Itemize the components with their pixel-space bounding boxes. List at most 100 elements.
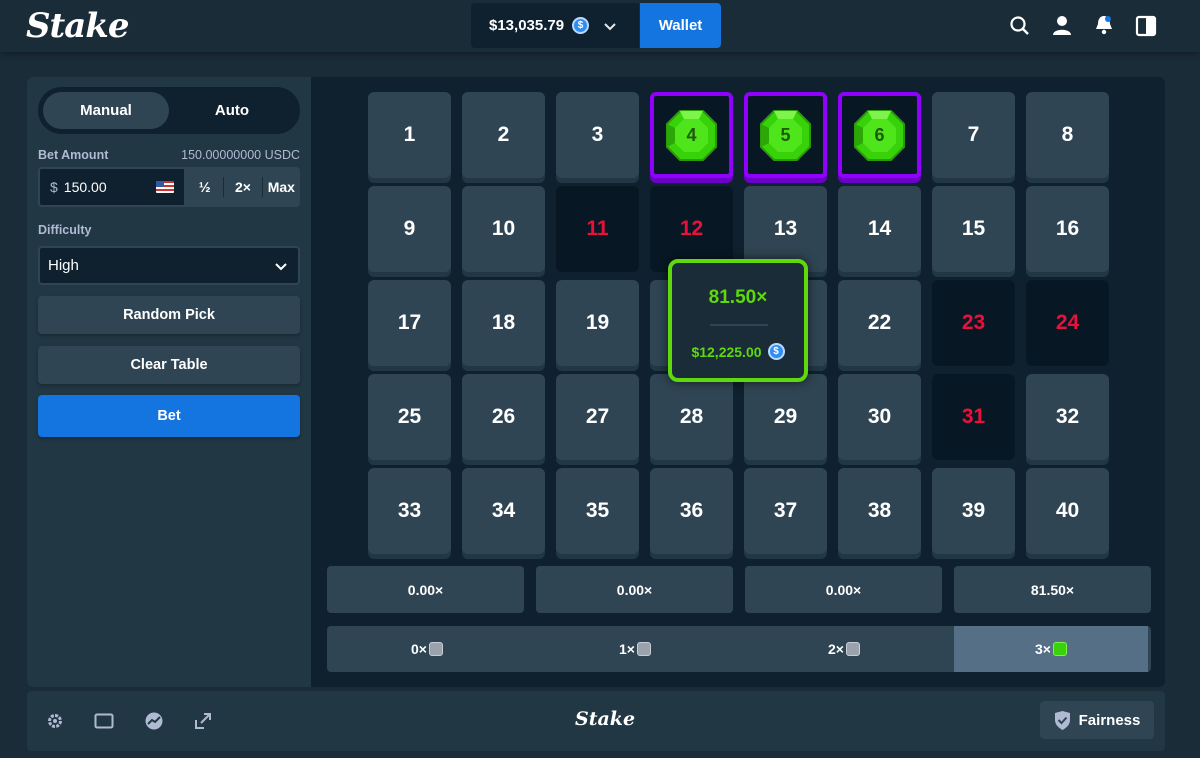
grid-tile[interactable]: 16 xyxy=(1026,186,1109,272)
fairness-button[interactable]: Fairness xyxy=(1040,701,1154,739)
tile-number: 29 xyxy=(773,405,798,428)
grid-tile[interactable]: 38 xyxy=(838,468,921,554)
tile-number: 33 xyxy=(397,499,422,522)
grid-tile-miss[interactable]: 31 xyxy=(932,374,1015,460)
half-button[interactable]: ½ xyxy=(186,177,223,197)
tile-number: 26 xyxy=(491,405,516,428)
grid-tile[interactable]: 34 xyxy=(462,468,545,554)
tile-number: 36 xyxy=(679,499,704,522)
grid-tile[interactable]: 36 xyxy=(650,468,733,554)
user-icon[interactable] xyxy=(1051,14,1073,36)
grid-tile-gem[interactable]: 5 xyxy=(744,92,827,178)
grid-tile[interactable]: 19 xyxy=(556,280,639,366)
grid-tile[interactable]: 15 xyxy=(932,186,1015,272)
theatre-mode-icon[interactable] xyxy=(94,711,114,731)
tab-auto[interactable]: Auto xyxy=(169,92,295,129)
bet-sidebar: Manual Auto Bet Amount 150.00000000 USDC… xyxy=(27,77,311,687)
bet-button[interactable]: Bet xyxy=(38,395,300,437)
tile-number: 22 xyxy=(867,311,892,334)
sidebar-toggle-icon[interactable] xyxy=(1135,15,1157,37)
grid-tile-miss[interactable]: 11 xyxy=(556,186,639,272)
grid-tile[interactable]: 39 xyxy=(932,468,1015,554)
gem-icon xyxy=(636,642,651,656)
game-panel: Manual Auto Bet Amount 150.00000000 USDC… xyxy=(27,77,1165,687)
grid-tile[interactable]: 26 xyxy=(462,374,545,460)
grid-tile[interactable]: 8 xyxy=(1026,92,1109,178)
tile-number: 37 xyxy=(773,499,798,522)
tile-number: 1 xyxy=(403,123,416,146)
grid-tile[interactable]: 17 xyxy=(368,280,451,366)
tile-number: 5 xyxy=(780,124,791,145)
tile-number: 19 xyxy=(585,311,610,334)
difficulty-value: High xyxy=(48,257,79,274)
grid-tile[interactable]: 14 xyxy=(838,186,921,272)
hits-cell: 2× xyxy=(747,626,941,672)
bet-amount-input[interactable]: $ 150.00 xyxy=(38,167,186,207)
settings-icon[interactable] xyxy=(45,711,65,731)
random-pick-button[interactable]: Random Pick xyxy=(38,296,300,334)
difficulty-select[interactable]: High xyxy=(38,246,300,285)
grid-tile[interactable]: 10 xyxy=(462,186,545,272)
grid-tile[interactable]: 27 xyxy=(556,374,639,460)
top-bar: Stake $13,035.79 $ Wallet xyxy=(0,0,1200,52)
grid-tile[interactable]: 25 xyxy=(368,374,451,460)
grid-tile-miss[interactable]: 23 xyxy=(932,280,1015,366)
win-amount: $12,225.00 xyxy=(691,343,762,360)
grid-tile[interactable]: 37 xyxy=(744,468,827,554)
bet-amount-value: 150.00 xyxy=(63,179,107,195)
grid-tile-gem[interactable]: 6 xyxy=(838,92,921,178)
balance-dropdown[interactable]: $13,035.79 $ xyxy=(471,3,639,48)
bet-amount-control: $ 150.00 ½ 2× Max xyxy=(38,167,300,207)
grid-tile[interactable]: 32 xyxy=(1026,374,1109,460)
bet-amount-label: Bet Amount xyxy=(38,148,109,162)
hits-label: 1× xyxy=(619,641,635,657)
divider xyxy=(710,324,768,326)
grid-tile[interactable]: 2 xyxy=(462,92,545,178)
hits-label: 3× xyxy=(1035,641,1051,657)
grid-tile[interactable]: 33 xyxy=(368,468,451,554)
live-stats-icon[interactable] xyxy=(144,711,164,731)
grid-tile[interactable]: 18 xyxy=(462,280,545,366)
gem-icon xyxy=(1052,642,1067,656)
grid-tile[interactable]: 29 xyxy=(744,374,827,460)
wallet-button[interactable]: Wallet xyxy=(640,3,721,48)
grid-tile[interactable]: 7 xyxy=(932,92,1015,178)
grid-tile[interactable]: 9 xyxy=(368,186,451,272)
hits-table: 0× 1× 2× 3× xyxy=(327,626,1151,672)
grid-tile[interactable]: 22 xyxy=(838,280,921,366)
popout-icon[interactable] xyxy=(193,711,213,731)
double-button[interactable]: 2× xyxy=(223,177,261,197)
win-popup: 81.50× $12,225.00 $ xyxy=(668,259,808,382)
notifications-icon[interactable] xyxy=(1093,14,1115,36)
difficulty-label-row: Difficulty xyxy=(38,223,300,237)
tab-manual[interactable]: Manual xyxy=(43,92,169,129)
win-amount-row: $12,225.00 $ xyxy=(672,343,804,360)
tile-number: 10 xyxy=(491,217,516,240)
gem-icon: 4 xyxy=(664,108,719,163)
tile-number: 14 xyxy=(867,217,892,240)
grid-tile[interactable]: 28 xyxy=(650,374,733,460)
tile-number: 2 xyxy=(497,123,510,146)
grid-tile[interactable]: 3 xyxy=(556,92,639,178)
shield-check-icon xyxy=(1054,710,1070,730)
fairness-label: Fairness xyxy=(1078,711,1141,729)
grid-tile[interactable]: 40 xyxy=(1026,468,1109,554)
payout-cell: 81.50× xyxy=(954,566,1151,613)
hits-label: 2× xyxy=(828,641,844,657)
tile-number: 3 xyxy=(591,123,604,146)
stake-logo[interactable]: Stake xyxy=(26,6,129,46)
tile-number: 6 xyxy=(874,124,885,145)
grid-tile[interactable]: 1 xyxy=(368,92,451,178)
search-icon[interactable] xyxy=(1009,15,1031,37)
bet-amount-label-row: Bet Amount 150.00000000 USDC xyxy=(38,148,300,162)
tile-number: 8 xyxy=(1061,123,1074,146)
difficulty-label: Difficulty xyxy=(38,223,92,237)
grid-tile[interactable]: 30 xyxy=(838,374,921,460)
grid-tile[interactable]: 35 xyxy=(556,468,639,554)
grid-tile-miss[interactable]: 24 xyxy=(1026,280,1109,366)
clear-table-button[interactable]: Clear Table xyxy=(38,346,300,384)
footer-bar: Stake Fairness xyxy=(27,691,1165,751)
max-button[interactable]: Max xyxy=(261,177,300,197)
tile-number: 35 xyxy=(585,499,610,522)
grid-tile-gem[interactable]: 4 xyxy=(650,92,733,178)
